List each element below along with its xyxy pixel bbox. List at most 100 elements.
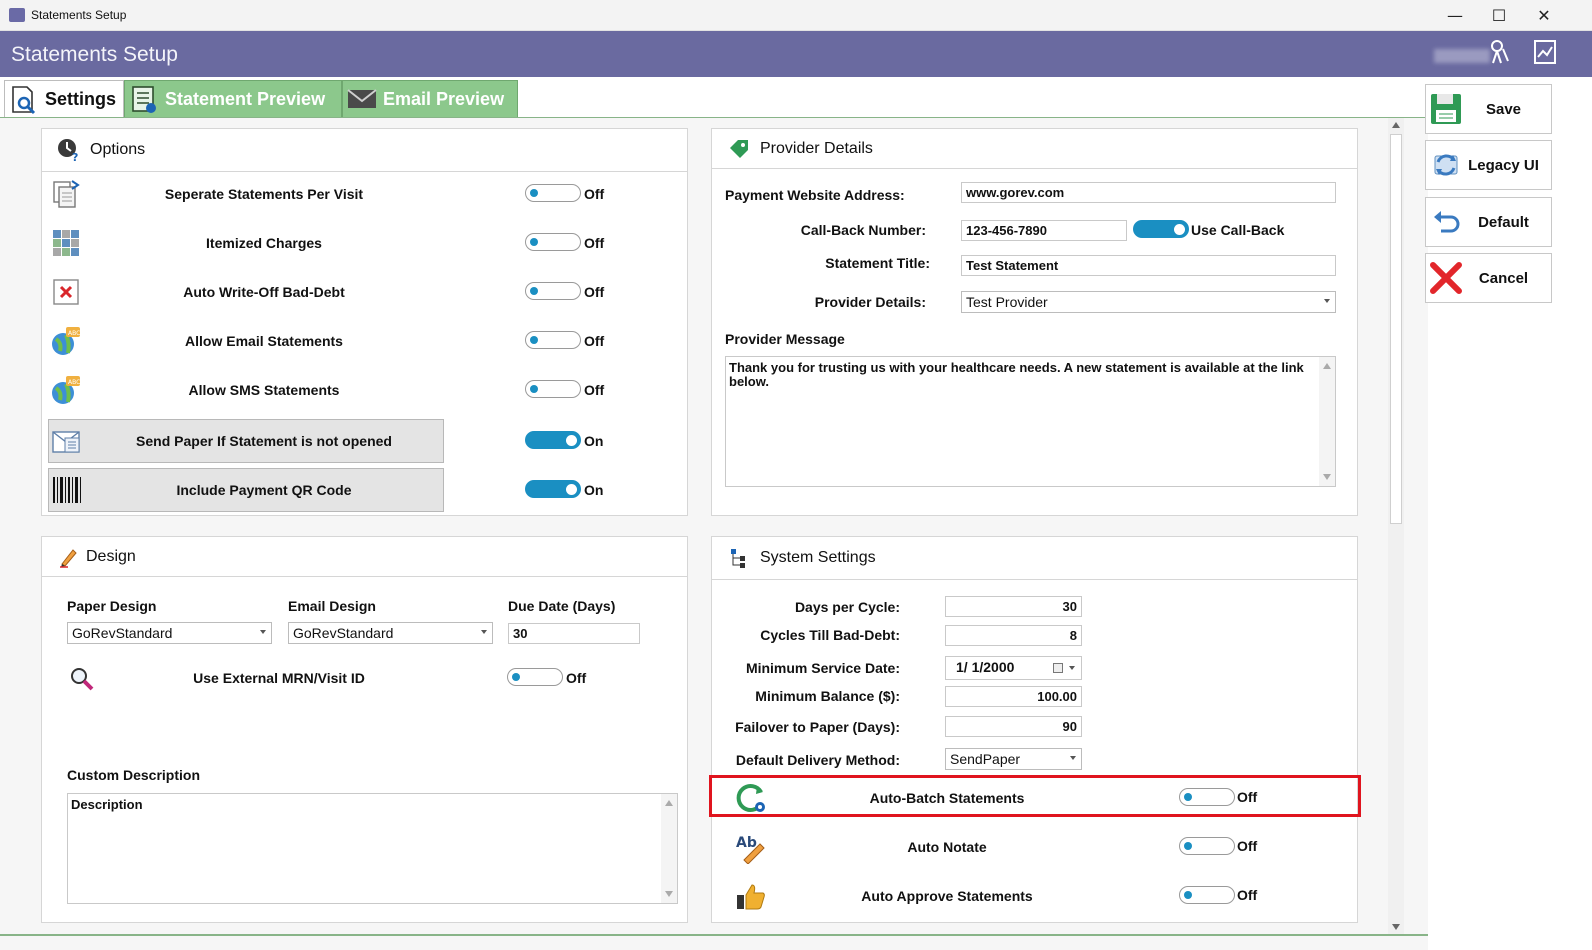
- email-design-select[interactable]: GoRevStandard: [288, 622, 493, 644]
- globe-abc-icon: ABC: [48, 372, 84, 408]
- textarea-scrollbar[interactable]: [1319, 357, 1335, 486]
- magnifier-icon: [64, 661, 100, 697]
- scroll-down-icon: [665, 891, 673, 897]
- toggle-state: On: [584, 482, 604, 498]
- email-design-label: Email Design: [288, 598, 376, 614]
- app-icon: [9, 8, 25, 22]
- provider-message-textarea[interactable]: Thank you for trusting us with your heal…: [725, 356, 1336, 487]
- days-per-cycle-input[interactable]: 30: [945, 596, 1082, 617]
- content-bottom-border: [0, 934, 1428, 936]
- scroll-down-icon: [1323, 474, 1331, 480]
- cancel-button[interactable]: Cancel: [1425, 253, 1552, 303]
- toggle-email-statements[interactable]: [525, 331, 581, 349]
- provider-details-label: Provider Details:: [814, 294, 926, 310]
- min-balance-input[interactable]: 100.00: [945, 686, 1082, 707]
- toggle-auto-writeoff[interactable]: [525, 282, 581, 300]
- toggle-state: Off: [584, 284, 605, 300]
- toggle-auto-approve[interactable]: [1179, 886, 1235, 904]
- chevron-down-icon: [481, 630, 487, 634]
- provider-message-text: Thank you for trusting us with your heal…: [729, 360, 1304, 389]
- tab-email-preview-label: Email Preview: [383, 88, 505, 109]
- toggle-sms-statements[interactable]: [525, 380, 581, 398]
- options-panel: ? Options Seperate Statements Per Visit …: [41, 128, 688, 516]
- provider-message-label: Provider Message: [725, 331, 845, 347]
- main-scrollbar[interactable]: [1388, 118, 1404, 934]
- user-keys-icon[interactable]: [1485, 39, 1515, 69]
- delivery-method-value: SendPaper: [950, 751, 1021, 767]
- document-search-icon: [9, 85, 39, 115]
- scroll-up-icon[interactable]: [1392, 122, 1400, 128]
- toggle-use-callback[interactable]: [1133, 220, 1189, 238]
- toggle-state: Off: [584, 186, 605, 202]
- option-label: Allow Email Statements: [185, 333, 343, 349]
- chevron-down-icon: [260, 630, 266, 634]
- system-title: System Settings: [760, 549, 876, 566]
- calendar-icon[interactable]: [1053, 663, 1063, 673]
- due-date-label: Due Date (Days): [508, 598, 616, 614]
- globe-abc-icon: ABC: [48, 323, 84, 359]
- tab-statement-preview-label: Statement Preview: [165, 88, 326, 109]
- paper-design-label: Paper Design: [67, 598, 157, 614]
- toggle-state: Off: [584, 382, 605, 398]
- toggle-separate-statements[interactable]: [525, 184, 581, 202]
- scroll-up-icon: [1323, 363, 1331, 369]
- min-service-date-picker[interactable]: 1/ 1/2000: [945, 656, 1082, 680]
- toggle-itemized-charges[interactable]: [525, 233, 581, 251]
- svg-text:Ab: Ab: [736, 835, 757, 851]
- clock-question-icon: ?: [56, 137, 82, 163]
- toggle-send-paper[interactable]: [525, 431, 581, 449]
- textarea-scrollbar[interactable]: [661, 794, 677, 903]
- option-label: Itemized Charges: [206, 235, 322, 251]
- paper-design-select[interactable]: GoRevStandard: [67, 622, 272, 644]
- svg-text:ABC: ABC: [68, 379, 80, 386]
- toggle-auto-notate[interactable]: [1179, 837, 1235, 855]
- system-header: System Settings: [712, 537, 1357, 580]
- email-design-value: GoRevStandard: [293, 625, 394, 641]
- website-label: Payment Website Address:: [725, 187, 905, 203]
- tree-hierarchy-icon: [726, 545, 752, 571]
- provider-details-select[interactable]: Test Provider: [961, 291, 1336, 313]
- tab-settings[interactable]: Settings: [4, 80, 124, 118]
- tab-statement-preview[interactable]: Statement Preview: [124, 80, 342, 118]
- undo-arrow-icon: [1428, 204, 1464, 240]
- days-per-cycle-label: Days per Cycle:: [794, 599, 900, 615]
- provider-panel: Provider Details Payment Website Address…: [711, 128, 1358, 516]
- toggle-state: On: [584, 433, 604, 449]
- system-settings-panel: System Settings Days per Cycle: 30 Cycle…: [711, 536, 1358, 923]
- scrollbar-thumb[interactable]: [1390, 134, 1402, 524]
- minimize-button[interactable]: —: [1432, 3, 1478, 29]
- custom-description-label: Custom Description: [67, 767, 201, 783]
- scroll-down-icon[interactable]: [1392, 924, 1400, 930]
- report-chart-icon[interactable]: [1530, 39, 1560, 69]
- page-title: Statements Setup: [11, 43, 178, 66]
- tab-email-preview[interactable]: Email Preview: [342, 80, 518, 118]
- failover-input[interactable]: 90: [945, 716, 1082, 737]
- cancel-label: Cancel: [1478, 269, 1529, 287]
- delivery-method-select[interactable]: SendPaper: [945, 748, 1082, 770]
- option-row-send-paper: Send Paper If Statement is not opened: [48, 419, 444, 463]
- custom-description-textarea[interactable]: Description: [67, 793, 678, 904]
- callback-input[interactable]: 123-456-7890: [961, 220, 1127, 241]
- option-row-writeoff: Auto Write-Off Bad-Debt: [48, 270, 444, 314]
- cycles-bad-debt-input[interactable]: 8: [945, 625, 1082, 646]
- toggle-external-mrn[interactable]: [507, 668, 563, 686]
- delivery-method-label: Default Delivery Method:: [735, 752, 900, 768]
- legacy-ui-button[interactable]: Legacy UI: [1425, 140, 1552, 190]
- due-date-input[interactable]: 30: [508, 623, 640, 644]
- default-button[interactable]: Default: [1425, 197, 1552, 247]
- maximize-button[interactable]: ☐: [1476, 3, 1522, 29]
- svg-text:?: ?: [72, 151, 78, 162]
- option-row-qr: Include Payment QR Code: [48, 468, 444, 512]
- toggle-qr-code[interactable]: [525, 480, 581, 498]
- statement-title-input[interactable]: Test Statement: [961, 255, 1336, 276]
- external-mrn-label: Use External MRN/Visit ID: [193, 670, 365, 686]
- website-input[interactable]: www.gorev.com: [961, 182, 1336, 203]
- option-row-itemized: Itemized Charges: [48, 221, 444, 265]
- close-button[interactable]: ✕: [1521, 3, 1567, 29]
- failover-label: Failover to Paper (Days):: [735, 719, 900, 735]
- save-label: Save: [1485, 100, 1522, 118]
- save-button[interactable]: Save: [1425, 84, 1552, 134]
- toggle-state: Off: [584, 333, 605, 349]
- option-label: Include Payment QR Code: [176, 482, 352, 498]
- settings-content: ? Options Seperate Statements Per Visit …: [0, 117, 1428, 950]
